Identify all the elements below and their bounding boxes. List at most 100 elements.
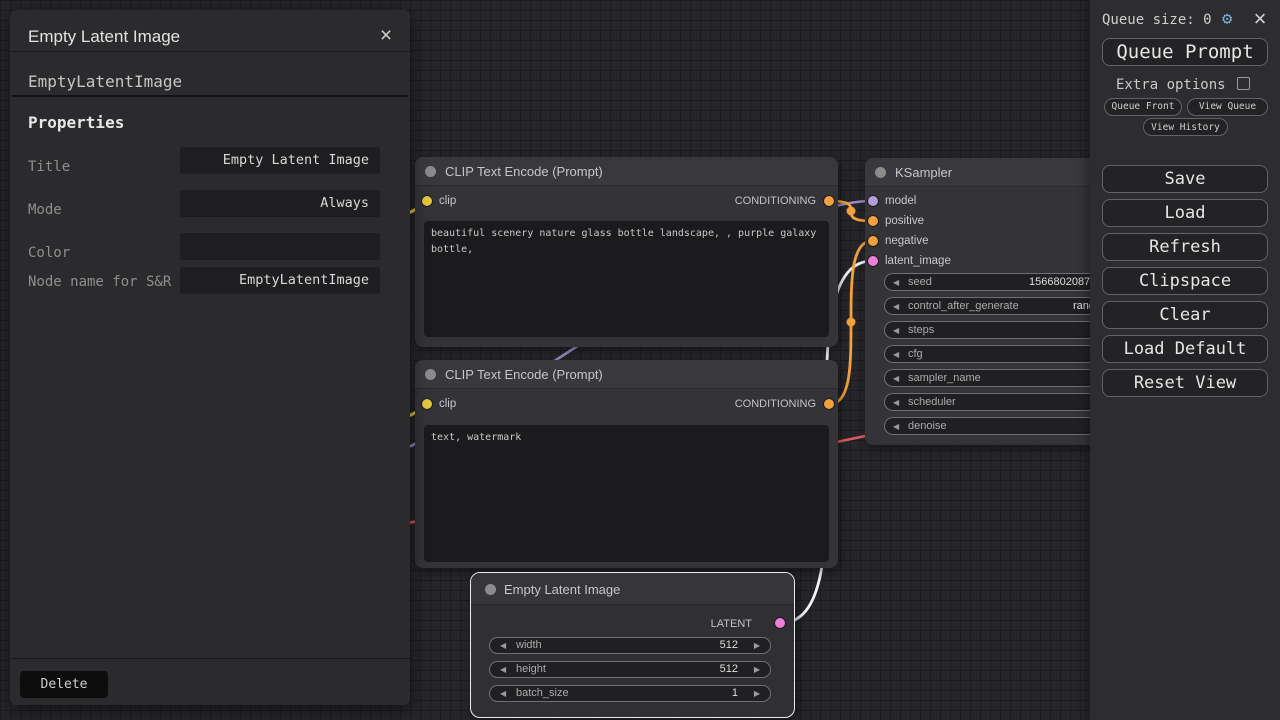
node-title: KSampler (895, 165, 952, 180)
delete-button[interactable]: Delete (20, 671, 108, 698)
wire-midpoint-dot (847, 318, 856, 327)
decrement-arrow-icon[interactable]: ◀ (893, 398, 899, 408)
widget-value: 1 (732, 687, 738, 699)
output-label: LATENT (711, 618, 752, 630)
divider (12, 95, 408, 97)
widget-scheduler[interactable]: ◀ scheduler (884, 393, 1106, 411)
widget-label: scheduler (908, 396, 956, 408)
widget-cfg[interactable]: ◀ cfg (884, 345, 1106, 363)
input-port-latent-image[interactable] (868, 256, 878, 266)
dialog-title: Empty Latent Image (28, 27, 180, 47)
decrement-arrow-icon[interactable]: ◀ (893, 350, 899, 360)
node-header[interactable]: CLIP Text Encode (Prompt) (415, 360, 838, 389)
node-name-field[interactable]: EmptyLatentImage (180, 267, 380, 294)
node-clip-text-encode-1[interactable]: CLIP Text Encode (Prompt) clip CONDITION… (415, 157, 838, 347)
prompt-text-area[interactable]: beautiful scenery nature glass bottle la… (424, 221, 829, 337)
node-title: CLIP Text Encode (Prompt) (445, 367, 603, 382)
widget-width[interactable]: ◀ width 512 ▶ (489, 637, 771, 654)
input-port-negative[interactable] (868, 236, 878, 246)
node-clip-text-encode-2[interactable]: CLIP Text Encode (Prompt) clip CONDITION… (415, 360, 838, 568)
extra-options-checkbox[interactable] (1237, 77, 1250, 90)
output-port-conditioning[interactable] (824, 399, 834, 409)
node-header[interactable]: KSampler (865, 158, 1115, 187)
node-type-name: EmptyLatentImage (28, 72, 182, 91)
comfyui-screen: CLIP Text Encode (Prompt) clip CONDITION… (0, 0, 1280, 720)
output-port-latent[interactable] (775, 618, 785, 628)
wire-midpoint-dot (847, 207, 856, 216)
field-label-title: Title (28, 157, 178, 177)
save-button[interactable]: Save (1102, 165, 1268, 193)
view-queue-button[interactable]: View Queue (1187, 98, 1268, 116)
load-button[interactable]: Load (1102, 199, 1268, 227)
widget-label: seed (908, 276, 932, 288)
node-collapse-dot[interactable] (875, 167, 886, 178)
widget-label: steps (908, 324, 934, 336)
widget-label: sampler_name (908, 372, 981, 384)
decrement-arrow-icon[interactable]: ◀ (500, 641, 506, 651)
input-port-clip[interactable] (422, 399, 432, 409)
widget-label: height (516, 663, 546, 675)
decrement-arrow-icon[interactable]: ◀ (893, 422, 899, 432)
widget-label: cfg (908, 348, 923, 360)
widget-sampler-name[interactable]: ◀ sampler_name (884, 369, 1106, 387)
node-collapse-dot[interactable] (485, 584, 496, 595)
widget-steps[interactable]: ◀ steps (884, 321, 1106, 339)
node-title: CLIP Text Encode (Prompt) (445, 164, 603, 179)
load-default-button[interactable]: Load Default (1102, 335, 1268, 363)
properties-heading: Properties (28, 113, 124, 132)
input-port-model[interactable] (868, 196, 878, 206)
menu-panel: Queue size: 0 ⚙ × Queue Prompt Extra opt… (1090, 0, 1280, 720)
clear-button[interactable]: Clear (1102, 301, 1268, 329)
input-port-positive[interactable] (868, 216, 878, 226)
decrement-arrow-icon[interactable]: ◀ (893, 374, 899, 384)
node-ksampler[interactable]: KSampler model positive negative latent_… (865, 158, 1115, 445)
increment-arrow-icon[interactable]: ▶ (754, 689, 760, 699)
input-port-clip[interactable] (422, 196, 432, 206)
widget-denoise[interactable]: ◀ denoise (884, 417, 1106, 435)
widget-value: 1566802087 (1029, 276, 1090, 288)
decrement-arrow-icon[interactable]: ◀ (893, 278, 899, 288)
node-header[interactable]: Empty Latent Image (471, 573, 794, 605)
reset-view-button[interactable]: Reset View (1102, 369, 1268, 397)
queue-size-label: Queue size: 0 (1102, 12, 1212, 28)
input-label: latent_image (885, 255, 951, 267)
decrement-arrow-icon[interactable]: ◀ (893, 326, 899, 336)
field-label-node-name: Node name for S&R (28, 272, 178, 292)
output-label: CONDITIONING (735, 398, 816, 410)
widget-height[interactable]: ◀ height 512 ▶ (489, 661, 771, 678)
widget-value: 512 (720, 639, 738, 651)
settings-gear-icon[interactable]: ⚙ (1222, 9, 1232, 29)
clipspace-button[interactable]: Clipspace (1102, 267, 1268, 295)
field-label-mode: Mode (28, 200, 178, 220)
close-icon[interactable]: × (1250, 6, 1270, 32)
widget-batch-size[interactable]: ◀ batch_size 1 ▶ (489, 685, 771, 702)
increment-arrow-icon[interactable]: ▶ (754, 665, 760, 675)
extra-options-label: Extra options (1116, 77, 1226, 93)
mode-field[interactable]: Always (180, 190, 380, 217)
input-label: clip (439, 398, 456, 410)
widget-label: width (516, 639, 542, 651)
input-label: positive (885, 215, 924, 227)
increment-arrow-icon[interactable]: ▶ (754, 641, 760, 651)
node-empty-latent-image[interactable]: Empty Latent Image LATENT ◀ width 512 ▶ … (470, 572, 795, 718)
node-title: Empty Latent Image (504, 582, 620, 597)
node-header[interactable]: CLIP Text Encode (Prompt) (415, 157, 838, 186)
decrement-arrow-icon[interactable]: ◀ (893, 302, 899, 312)
refresh-button[interactable]: Refresh (1102, 233, 1268, 261)
decrement-arrow-icon[interactable]: ◀ (500, 665, 506, 675)
decrement-arrow-icon[interactable]: ◀ (500, 689, 506, 699)
widget-control-after-generate[interactable]: ◀ control_after_generate randomize ▶ (884, 297, 1106, 315)
node-collapse-dot[interactable] (425, 369, 436, 380)
prompt-text-area[interactable]: text, watermark (424, 425, 829, 562)
widget-seed[interactable]: ◀ seed 1566802087 ▶ (884, 273, 1106, 291)
queue-prompt-button[interactable]: Queue Prompt (1102, 38, 1268, 66)
output-label: CONDITIONING (735, 195, 816, 207)
queue-front-button[interactable]: Queue Front (1104, 98, 1182, 116)
node-collapse-dot[interactable] (425, 166, 436, 177)
widget-label: control_after_generate (908, 300, 1019, 312)
close-icon[interactable]: × (374, 24, 398, 48)
title-field[interactable]: Empty Latent Image (180, 147, 380, 174)
color-field[interactable] (180, 233, 380, 260)
output-port-conditioning[interactable] (824, 196, 834, 206)
view-history-button[interactable]: View History (1143, 118, 1228, 136)
